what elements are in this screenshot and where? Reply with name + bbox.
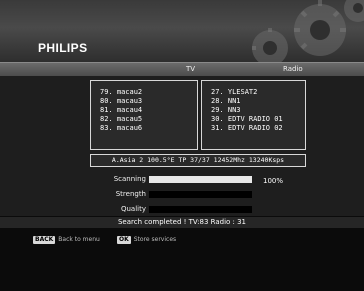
back-label: Back to menu [58, 236, 100, 243]
quality-meter [149, 206, 252, 213]
scanning-progress-fill [149, 176, 252, 183]
footer-hints: BACK Back to menu OK Store services [0, 234, 364, 246]
ok-label: Store services [133, 236, 177, 243]
list-item[interactable]: 29. NN3 [202, 106, 305, 115]
ok-key[interactable]: OK [117, 236, 131, 244]
list-item[interactable]: 80. macau3 [91, 97, 197, 106]
ok-hint[interactable]: OK Store services [117, 234, 176, 246]
tv-channel-list[interactable]: 79. macau2 80. macau3 81. macau4 82. mac… [90, 80, 198, 150]
strength-meter [149, 191, 252, 198]
list-item[interactable]: 27. YLESAT2 [202, 88, 305, 97]
scanning-percent: 100% [263, 177, 284, 185]
scanning-progress-bar [149, 176, 252, 183]
back-key[interactable]: BACK [33, 236, 56, 244]
tab-bar: TV Radio [0, 62, 364, 77]
tab-radio[interactable]: Radio [283, 63, 303, 76]
strength-label: Strength [115, 190, 146, 198]
transponder-info: A.Asia 2 100.5°E TP 37/37 12452Mhz 13240… [90, 154, 306, 167]
list-item[interactable]: 28. NN1 [202, 97, 305, 106]
list-item[interactable]: 82. macau5 [91, 115, 197, 124]
list-item[interactable]: 79. macau2 [91, 88, 197, 97]
radio-channel-list[interactable]: 27. YLESAT2 28. NN1 29. NN3 30. EDTV RAD… [201, 80, 306, 150]
list-item[interactable]: 31. EDTV RADIO 02 [202, 124, 305, 133]
list-item[interactable]: 83. macau6 [91, 124, 197, 133]
gear-icon [252, 0, 364, 62]
list-item[interactable]: 81. macau4 [91, 106, 197, 115]
brand-logo: PHILIPS [38, 41, 88, 55]
tab-tv[interactable]: TV [186, 63, 195, 76]
back-hint[interactable]: BACK Back to menu [33, 234, 100, 246]
status-message: Search completed ! TV:83 Radio : 31 [0, 217, 364, 228]
scan-screen: PHILIPS TV Radio 79. macau2 80. macau3 8… [0, 0, 364, 291]
quality-label: Quality [120, 205, 146, 213]
list-item[interactable]: 30. EDTV RADIO 01 [202, 115, 305, 124]
scanning-label: Scanning [113, 175, 146, 183]
header-banner: PHILIPS [0, 0, 364, 62]
